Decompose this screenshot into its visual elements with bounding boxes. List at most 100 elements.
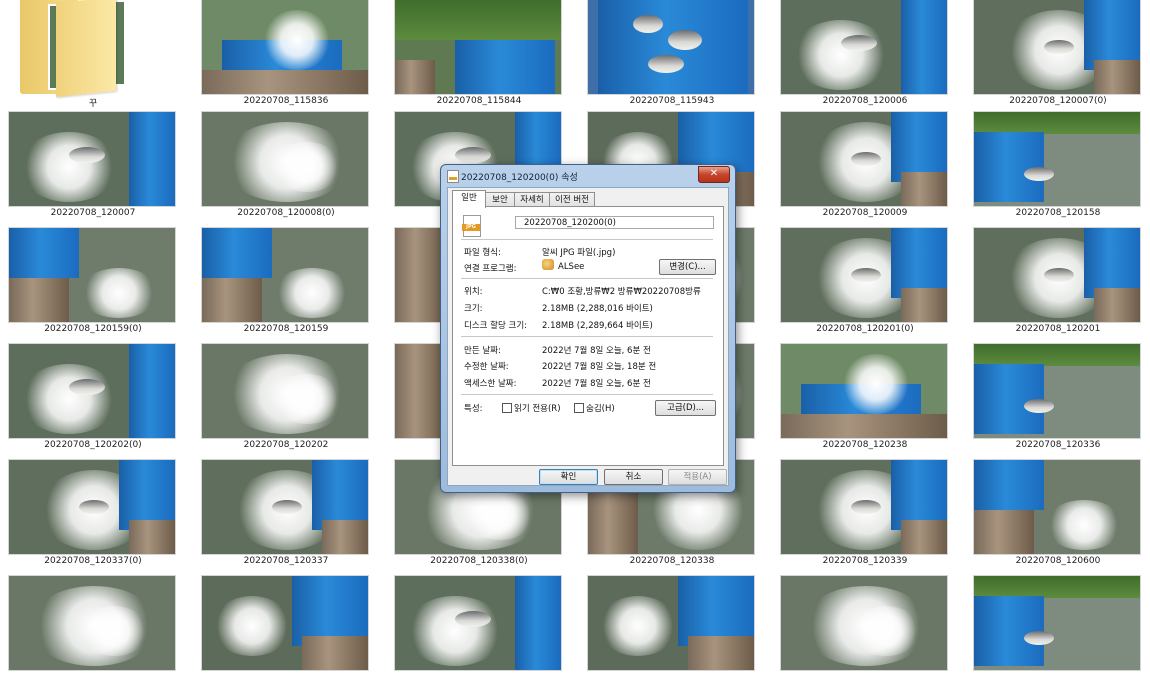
thumbnail-label: 20220708_120202(0) [44, 440, 142, 450]
thumbnail-image [781, 344, 947, 438]
hidden-checkbox[interactable] [574, 403, 584, 413]
thumbnail-tile[interactable] [386, 576, 572, 690]
thumbnail-splash-shape [272, 374, 342, 424]
thumbnail-tile[interactable]: 20220708_120339 [772, 460, 958, 574]
thumbnail-tile[interactable]: 20220708_120337(0) [0, 460, 186, 574]
thumbnail-splash-shape [791, 20, 891, 90]
properties-dialog: 20220708_120200(0) 속성 ✕ 일반 보안 자세히 이전 버전 … [440, 164, 736, 493]
divider [461, 394, 713, 395]
thumbnail-image [588, 0, 754, 94]
size-on-disk-label: 디스크 할당 크기: [464, 321, 528, 331]
thumbnail-tile[interactable]: 20220708_120007 [0, 112, 186, 226]
thumbnail-tile[interactable] [579, 576, 765, 690]
tab-security[interactable]: 보안 [485, 192, 515, 207]
folder-label: 꾸 [88, 99, 98, 109]
thumbnail-tile[interactable]: 20220708_115844 [386, 0, 572, 114]
thumbnail-label: 20220708_120201 [1015, 324, 1101, 334]
thumbnail-fish-shape [69, 147, 105, 163]
advanced-button[interactable]: 고급(D)... [655, 400, 716, 416]
modified-value: 2022년 7월 8일 오늘, 18분 전 [542, 362, 657, 372]
thumbnail-image [202, 228, 368, 322]
thumbnail-image [974, 576, 1140, 670]
thumbnail-tree-shape [974, 576, 1140, 598]
thumbnail-label: 20220708_120201(0) [816, 324, 914, 334]
thumbnail-splash-shape [465, 490, 535, 540]
thumbnail-image [781, 0, 947, 94]
readonly-checkbox[interactable] [502, 403, 512, 413]
apply-button[interactable]: 적용(A) [668, 469, 727, 485]
thumbnail-image [395, 576, 561, 670]
thumbnail-tile[interactable] [0, 576, 186, 690]
thumbnail-tile[interactable]: 20220708_120337 [193, 460, 379, 574]
thumbnail-fish-shape [1024, 167, 1054, 181]
thumbnail-tile[interactable]: 20220708_120600 [965, 460, 1150, 574]
thumbnail-tile[interactable]: 20220708_120158 [965, 112, 1150, 226]
file-icon [447, 170, 459, 183]
folder-tile[interactable]: 꾸 [20, 0, 140, 109]
file-name-input[interactable]: 20220708_120200(0) [515, 216, 714, 229]
thumbnail-splash-shape [79, 606, 149, 656]
open-with-value: ALSee [558, 262, 585, 272]
thumbnail-label: 20220708_120158 [1015, 208, 1101, 218]
thumbnail-tile[interactable] [772, 576, 958, 690]
thumbnail-splash-shape [19, 132, 119, 202]
thumbnail-tile[interactable] [965, 576, 1150, 690]
thumbnail-tile[interactable]: 20220708_120202(0) [0, 344, 186, 458]
thumbnail-tile[interactable]: 20220708_115836 [193, 0, 379, 114]
thumbnail-image [9, 576, 175, 670]
thumbnail-tile[interactable]: 20220708_120238 [772, 344, 958, 458]
thumbnail-splash-shape [272, 142, 342, 192]
thumbnail-label: 20220708_120338(0) [430, 556, 528, 566]
thumbnail-label: 20220708_115836 [243, 96, 329, 106]
thumbnail-tile[interactable]: 20220708_120201(0) [772, 228, 958, 342]
thumbnail-tile[interactable]: 20220708_120009 [772, 112, 958, 226]
tab-previous-versions[interactable]: 이전 버전 [549, 192, 595, 207]
thumbnail-tile[interactable]: 20220708_120159(0) [0, 228, 186, 342]
thumbnail-image [974, 460, 1140, 554]
thumbnail-image [202, 576, 368, 670]
thumbnail-tree-shape [974, 344, 1140, 366]
readonly-label: 읽기 전용(R) [514, 404, 561, 414]
created-value: 2022년 7월 8일 오늘, 6분 전 [542, 346, 651, 356]
thumbnail-board-shape [688, 636, 754, 670]
thumbnail-bucket-shape [901, 0, 947, 94]
change-button[interactable]: 변경(C)... [659, 259, 716, 275]
thumbnail-tile[interactable]: 20220708_120008(0) [193, 112, 379, 226]
tab-details[interactable]: 자세히 [514, 192, 550, 207]
thumbnail-image [9, 460, 175, 554]
thumbnail-image [202, 460, 368, 554]
thumbnail-label: 20220708_120336 [1015, 440, 1101, 450]
close-button[interactable]: ✕ [698, 166, 730, 183]
thumbnail-board-shape [901, 288, 947, 322]
thumbnail-tile[interactable] [193, 576, 379, 690]
thumbnail-label: 20220708_120600 [1015, 556, 1101, 566]
thumbnail-splash-shape [841, 354, 911, 414]
thumbnail-bucket-shape [974, 460, 1044, 510]
folder-icon [56, 0, 116, 98]
thumbnail-fish-shape [648, 55, 684, 73]
thumbnail-tile[interactable]: 20220708_120201 [965, 228, 1150, 342]
tab-general[interactable]: 일반 [452, 190, 486, 208]
ok-button[interactable]: 확인 [539, 469, 598, 485]
thumbnail-board-shape [781, 414, 947, 438]
thumbnail-tile[interactable]: 20220708_120159 [193, 228, 379, 342]
thumbnail-tile[interactable]: 20220708_120006 [772, 0, 958, 114]
thumbnail-splash-shape [851, 606, 921, 656]
dialog-titlebar[interactable]: 20220708_120200(0) 속성 ✕ [441, 165, 735, 187]
thumbnail-splash-shape [262, 10, 332, 70]
thumbnail-board-shape [1094, 288, 1140, 322]
thumbnail-tile[interactable]: 20220708_120336 [965, 344, 1150, 458]
cancel-button[interactable]: 취소 [604, 469, 663, 485]
open-with-label: 연결 프로그램: [464, 264, 517, 274]
accessed-label: 액세스한 날짜: [464, 379, 517, 389]
thumbnail-fish-shape [1044, 40, 1074, 54]
thumbnail-tile[interactable]: 20220708_120007(0) [965, 0, 1150, 114]
thumbnail-splash-shape [598, 596, 678, 656]
thumbnail-tile[interactable]: 20220708_120202 [193, 344, 379, 458]
hidden-label: 숨김(H) [586, 404, 615, 414]
thumbnail-label: 20220708_120007(0) [1009, 96, 1107, 106]
thumbnail-splash-shape [19, 364, 119, 434]
thumbnail-tile[interactable]: 20220708_115943 [579, 0, 765, 114]
location-label: 위치: [464, 287, 483, 297]
thumbnail-fish-shape [272, 500, 302, 514]
